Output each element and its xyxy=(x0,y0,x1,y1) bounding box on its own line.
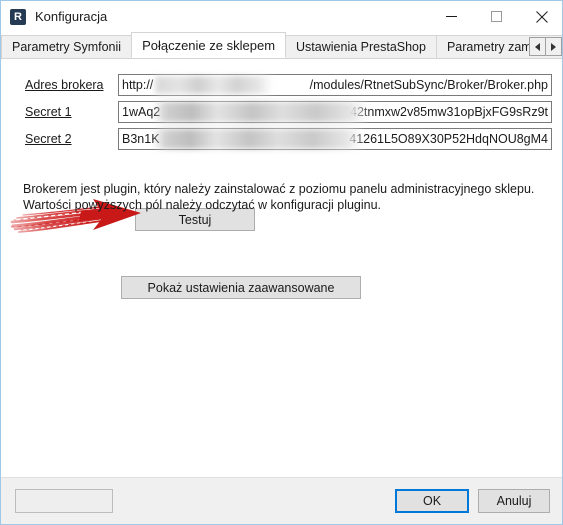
minimize-button[interactable] xyxy=(429,1,474,32)
help-text-line-1: Brokerem jest plugin, który należy zains… xyxy=(23,182,535,196)
input-secret-2-suffix: 41261L5O89X30P52HdqNOU8gM4 xyxy=(349,132,548,146)
dialog-footer: OK Anuluj xyxy=(1,477,562,524)
tab-parametry-symfonii[interactable]: Parametry Symfonii xyxy=(1,35,133,58)
input-secret-2[interactable]: 41261L5O89X30P52HdqNOU8gM4 B3n1K xyxy=(118,128,552,150)
window-title: Konfiguracja xyxy=(35,8,108,24)
input-adres-brokera[interactable]: /modules/RtnetSubSync/Broker/Broker.php … xyxy=(118,74,552,96)
form-row-adres-brokera: Adres brokera /modules/RtnetSubSync/Brok… xyxy=(1,74,562,96)
tab-scroll-right-button[interactable] xyxy=(545,37,562,56)
triangle-right-icon xyxy=(551,42,556,51)
cancel-button[interactable]: Anuluj xyxy=(478,489,550,513)
label-secret-1: Secret 1 xyxy=(25,105,72,119)
tab-panel-polaczenie-ze-sklepem: Adres brokera /modules/RtnetSubSync/Brok… xyxy=(1,58,562,479)
maximize-icon xyxy=(491,11,502,22)
triangle-left-icon xyxy=(535,42,540,51)
ok-button[interactable]: OK xyxy=(395,489,469,513)
configuration-window: R Konfiguracja Parametry Symfonii Połącz… xyxy=(0,0,563,525)
form-row-secret-1: Secret 1 JC42tnmxw2v85mw31opBjxFG9sRz9t … xyxy=(1,101,562,123)
tab-scroll-buttons xyxy=(529,37,562,56)
app-icon: R xyxy=(10,8,26,25)
input-adres-brokera-prefix: http:// xyxy=(122,78,154,92)
input-secret-1-prefix: 1wAq2 xyxy=(122,105,161,119)
close-button[interactable] xyxy=(519,1,562,32)
label-adres-brokera: Adres brokera xyxy=(25,78,104,92)
input-secret-2-prefix: B3n1K xyxy=(122,132,160,146)
help-text-line-2: Wartości powyższych pól należy odczytać … xyxy=(23,198,382,212)
input-secret-1[interactable]: JC42tnmxw2v85mw31opBjxFG9sRz9t 1wAq2 xyxy=(118,101,552,123)
show-advanced-settings-button[interactable]: Pokaż ustawienia zaawansowane xyxy=(121,276,361,299)
tab-scroll-left-button[interactable] xyxy=(529,37,546,56)
tab-polaczenie-ze-sklepem[interactable]: Połączenie ze sklepem xyxy=(131,32,287,58)
tab-strip: Parametry Symfonii Połączenie ze sklepem… xyxy=(1,32,562,58)
maximize-button[interactable] xyxy=(474,1,519,32)
input-adres-brokera-suffix: /modules/RtnetSubSync/Broker/Broker.php xyxy=(309,78,548,92)
window-controls xyxy=(429,1,562,32)
footer-left-button[interactable] xyxy=(15,489,113,513)
tab-ustawienia-prestashop[interactable]: Ustawienia PrestaShop xyxy=(285,35,437,58)
label-secret-2: Secret 2 xyxy=(25,132,72,146)
close-icon xyxy=(535,10,548,23)
form-row-secret-2: Secret 2 41261L5O89X30P52HdqNOU8gM4 B3n1… xyxy=(1,128,562,150)
minimize-icon xyxy=(446,16,457,17)
input-secret-1-suffix: JC42tnmxw2v85mw31opBjxFG9sRz9t xyxy=(334,105,548,119)
title-bar: R Konfiguracja xyxy=(1,1,562,32)
